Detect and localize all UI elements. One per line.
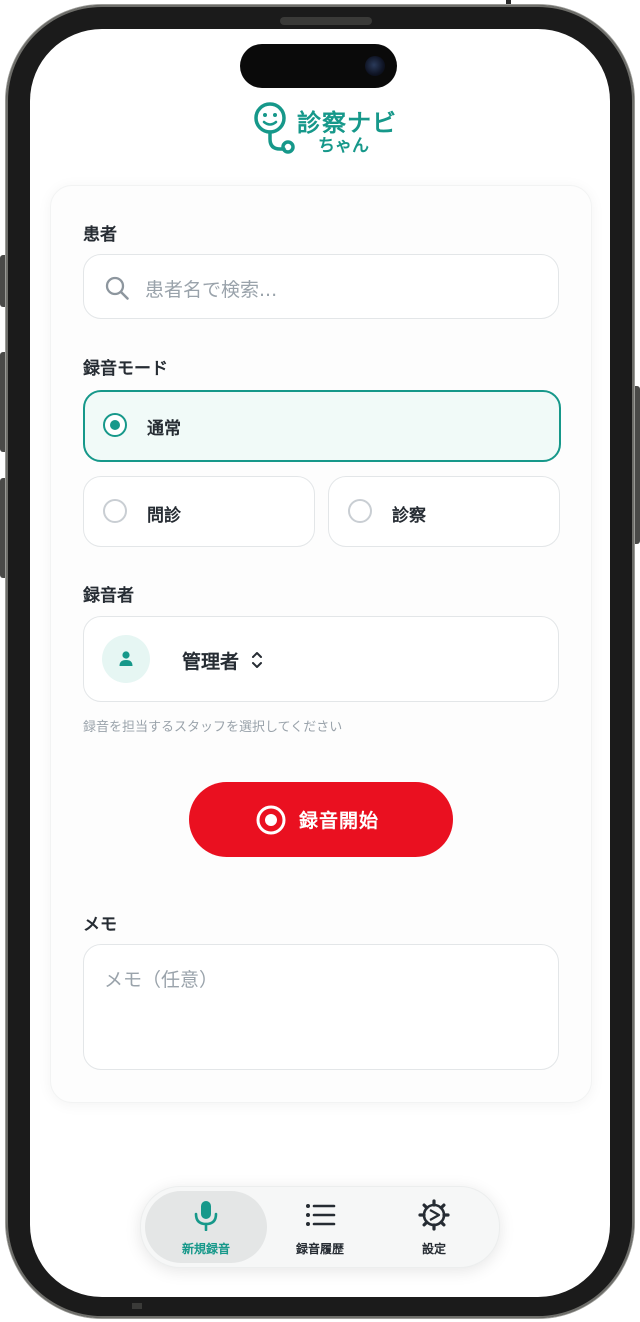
memo-label: メモ [83, 915, 117, 935]
memo-placeholder: メモ（任意） [104, 969, 219, 991]
recorder-selected-value: 管理者 [182, 651, 240, 673]
mode-option-exam[interactable]: 診察 [328, 476, 560, 547]
radio-exam[interactable] [348, 499, 372, 523]
tab-recording-history[interactable]: 録音履歴 [259, 1191, 381, 1263]
device-speaker-grille [280, 17, 372, 25]
patient-search-placeholder: 患者名で検索... [145, 279, 278, 301]
memo-textarea[interactable]: メモ（任意） [83, 944, 559, 1070]
tab-recording-history-label: 録音履歴 [295, 1242, 344, 1256]
recorder-helper-text: 録音を担当するスタッフを選択してください [83, 720, 343, 735]
avatar [102, 635, 150, 683]
mode-option-normal-label: 通常 [147, 419, 181, 439]
radio-interview[interactable] [103, 499, 127, 523]
mode-option-interview[interactable]: 問診 [83, 476, 315, 547]
front-camera [365, 56, 385, 76]
tab-settings-label: 設定 [421, 1242, 446, 1256]
tab-new-recording-label: 新規録音 [181, 1242, 230, 1256]
device-bottom-marker [132, 1303, 142, 1309]
radio-normal[interactable] [103, 413, 127, 437]
list-icon [306, 1204, 336, 1226]
tab-new-recording[interactable]: 新規録音 [145, 1191, 267, 1263]
dynamic-island [240, 44, 397, 88]
search-icon [105, 276, 129, 300]
tab-settings[interactable]: 設定 [373, 1191, 495, 1263]
phone-screen: 診察ナビ ちゃん 患者 患者名で検索... 録音モード 通常 問診 診察 録音者… [30, 29, 610, 1297]
mode-option-normal[interactable]: 通常 [83, 390, 561, 462]
patient-label: 患者 [83, 225, 117, 245]
person-icon [119, 651, 133, 666]
recording-form-card: 患者 患者名で検索... 録音モード 通常 問診 診察 録音者 管理者 録音を担… [50, 185, 592, 1103]
recorder-select[interactable]: 管理者 [83, 616, 559, 702]
start-recording-label: 録音開始 [299, 810, 380, 832]
mic-icon [194, 1201, 218, 1231]
record-icon [256, 805, 286, 835]
bottom-tab-bar: 新規録音 録音履歴 設定 [140, 1186, 500, 1268]
gear-icon [418, 1199, 450, 1231]
stethoscope-face-icon [254, 102, 295, 154]
mode-option-exam-label: 診察 [392, 506, 426, 526]
recording-mode-label: 録音モード [83, 359, 168, 379]
mode-option-interview-label: 問診 [147, 506, 181, 526]
chevron-up-down-icon [252, 652, 262, 668]
patient-search-input[interactable]: 患者名で検索... [83, 254, 559, 319]
start-recording-button[interactable]: 録音開始 [189, 782, 453, 857]
recorder-label: 録音者 [83, 586, 134, 606]
radio-selected-dot [110, 420, 120, 430]
logo-subtitle: ちゃん [318, 136, 369, 156]
app-logo: 診察ナビ ちゃん [252, 101, 396, 157]
